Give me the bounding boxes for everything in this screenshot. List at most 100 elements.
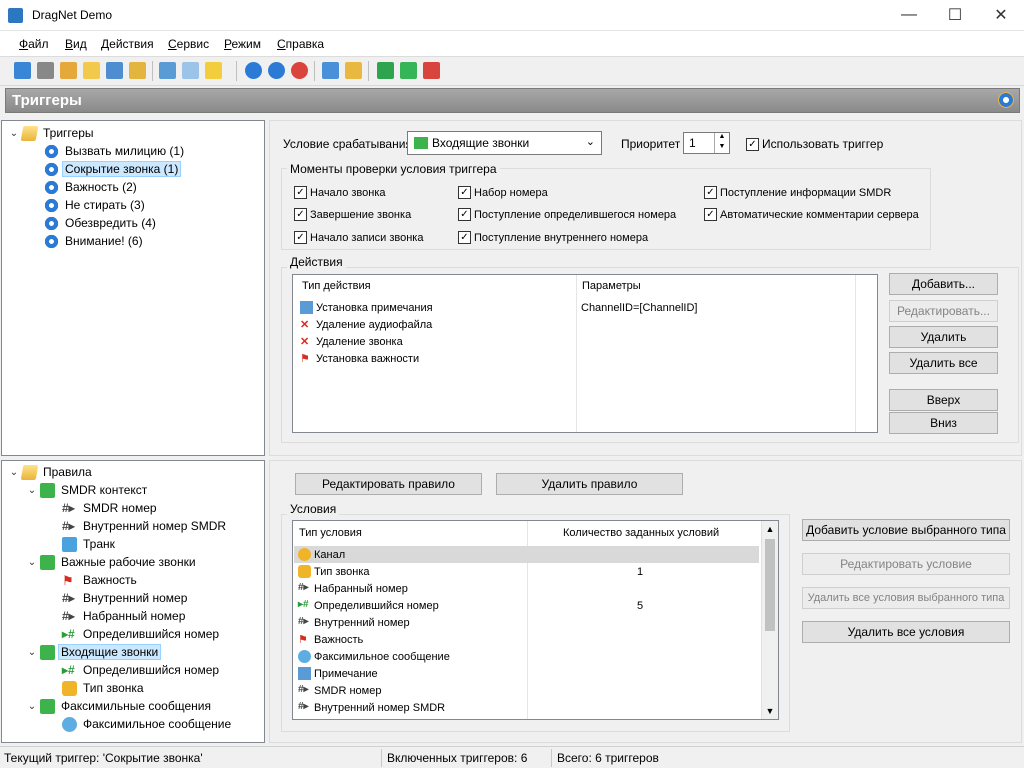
move-up-button[interactable]: Вверх — [889, 389, 998, 411]
rules-tree[interactable]: ⌄ Правила ⌄ SMDR контекст #▸ SMDR номер #▸ В… — [1, 460, 265, 743]
moment-checkbox[interactable]: ✓ Автоматические комментарии сервера — [704, 208, 919, 221]
condition-row[interactable]: Канал — [298, 546, 345, 563]
action-row[interactable]: ✕ Удаление аудиофайла — [300, 316, 432, 333]
toolbar-open-icon[interactable] — [14, 62, 31, 79]
tree-root-triggers[interactable]: Триггеры — [40, 125, 97, 141]
rule-group[interactable]: ⌄ SMDR контекст — [26, 481, 150, 499]
toolbar-db-icon[interactable] — [83, 62, 100, 79]
moment-checkbox[interactable]: ✓ Начало записи звонка — [294, 231, 423, 244]
vertical-scrollbar[interactable]: ▲ ▼ — [761, 521, 778, 719]
scroll-thumb[interactable] — [765, 539, 775, 631]
rule-condition[interactable]: Транк — [62, 535, 118, 553]
trigger-item[interactable]: Вызвать милицию (1) — [44, 142, 187, 160]
column-header-params[interactable]: Параметры — [582, 280, 641, 292]
toolbar-network-icon[interactable] — [106, 62, 123, 79]
condition-select[interactable]: Входящие звонки ⌄ — [407, 131, 602, 155]
add-condition-button[interactable]: Добавить условие выбранного типа — [802, 519, 1010, 541]
trigger-item-selected[interactable]: Сокрытие звонка (1) — [44, 160, 182, 178]
rule-condition[interactable]: ⚑ Важность — [62, 571, 140, 589]
menu-actions[interactable]: Действия — [101, 37, 154, 51]
rule-condition[interactable]: #▸ SMDR номер — [62, 499, 160, 517]
collapse-icon[interactable]: ⌄ — [8, 128, 20, 139]
edit-condition-button[interactable]: Редактировать условие — [802, 553, 1010, 575]
rule-group[interactable]: ⌄ Важные рабочие звонки — [26, 553, 199, 571]
toolbar-trigger-settings-icon[interactable] — [268, 62, 285, 79]
toolbar-add-trigger-icon[interactable] — [245, 62, 262, 79]
condition-row[interactable]: ▸# Определившийся номер — [298, 597, 439, 614]
use-trigger-checkbox[interactable]: ✓ Использовать триггер — [746, 137, 883, 151]
rule-condition[interactable]: #▸ Набранный номер — [62, 607, 188, 625]
column-header-condition-type[interactable]: Тип условия — [299, 527, 362, 539]
collapse-icon[interactable]: ⌄ — [26, 647, 38, 658]
delete-all-conditions-button[interactable]: Удалить все условия — [802, 621, 1010, 643]
menu-service[interactable]: Сервис — [168, 37, 209, 51]
rule-condition[interactable]: #▸ Внутренний номер — [62, 589, 190, 607]
toolbar-list-icon[interactable] — [159, 62, 176, 79]
menu-view[interactable]: Вид — [65, 37, 87, 51]
priority-spinner[interactable]: 1 ▲ ▼ — [683, 132, 730, 154]
collapse-icon[interactable]: ⌄ — [26, 701, 38, 712]
toolbar-table-icon[interactable] — [182, 62, 199, 79]
menu-file[interactable]: Файл — [19, 37, 49, 51]
trigger-item[interactable]: Обезвредить (4) — [44, 214, 159, 232]
moment-checkbox[interactable]: ✓ Набор номера — [458, 186, 548, 199]
tree-root-rules[interactable]: Правила — [40, 464, 95, 480]
condition-row[interactable]: Факсимильное сообщение — [298, 648, 450, 665]
toolbar-report-icon[interactable] — [129, 62, 146, 79]
moment-checkbox[interactable]: ✓ Начало звонка — [294, 186, 386, 199]
actions-list[interactable]: Тип действия Параметры Установка примеча… — [292, 274, 878, 433]
toolbar-help-icon[interactable] — [205, 62, 222, 79]
toolbar-export-icon[interactable] — [345, 62, 362, 79]
delete-rule-button[interactable]: Удалить правило — [496, 473, 683, 495]
rule-condition[interactable]: #▸ Внутренний номер SMDR — [62, 517, 229, 535]
toolbar-print-icon[interactable] — [37, 62, 54, 79]
condition-row[interactable]: Тип звонка — [298, 563, 370, 580]
condition-row[interactable]: #▸ SMDR номер — [298, 682, 381, 699]
edit-rule-button[interactable]: Редактировать правило — [295, 473, 482, 495]
condition-row[interactable]: #▸ Внутренний номер — [298, 614, 410, 631]
menu-mode[interactable]: Режим — [224, 37, 261, 51]
toolbar-delete-rule-icon[interactable] — [423, 62, 440, 79]
close-button[interactable]: ✕ — [978, 0, 1024, 30]
scroll-down-icon[interactable]: ▼ — [762, 703, 778, 719]
spin-down-icon[interactable]: ▼ — [714, 143, 729, 153]
condition-row[interactable]: Примечание — [298, 665, 378, 682]
edit-action-button[interactable]: Редактировать... — [889, 300, 998, 322]
add-action-button[interactable]: Добавить... — [889, 273, 998, 295]
toolbar-edit-rule-icon[interactable] — [400, 62, 417, 79]
rule-condition[interactable]: ▸# Определившийся номер — [62, 625, 222, 643]
collapse-icon[interactable]: ⌄ — [26, 557, 38, 568]
condition-row[interactable]: ⚑ Важность — [298, 631, 363, 648]
moment-checkbox[interactable]: ✓ Поступление внутреннего номера — [458, 231, 648, 244]
delete-selected-conditions-button[interactable]: Удалить все условия выбранного типа — [802, 587, 1010, 609]
conditions-list[interactable]: Тип условия Количество заданных условий … — [292, 520, 779, 720]
rule-group-selected[interactable]: ⌄ Входящие звонки — [26, 643, 162, 661]
triggers-tree[interactable]: ⌄ Триггеры Вызвать милицию (1) Сокрытие … — [1, 120, 265, 456]
rule-condition[interactable]: ▸# Определившийся номер — [62, 661, 222, 679]
rule-group[interactable]: ⌄ Факсимильные сообщения — [26, 697, 214, 715]
column-header-action-type[interactable]: Тип действия — [302, 280, 371, 292]
menu-help[interactable]: Справка — [277, 37, 324, 51]
maximize-button[interactable]: ☐ — [932, 0, 978, 30]
minimize-button[interactable]: — — [886, 0, 932, 30]
action-row[interactable]: ✕ Удаление звонка — [300, 333, 403, 350]
collapse-icon[interactable]: ⌄ — [8, 467, 20, 478]
moment-checkbox[interactable]: ✓ Поступление определившегося номера — [458, 208, 676, 221]
scroll-up-icon[interactable]: ▲ — [762, 521, 778, 537]
rule-condition[interactable]: Тип звонка — [62, 679, 147, 697]
toolbar-add-rule-icon[interactable] — [377, 62, 394, 79]
collapse-icon[interactable]: ⌄ — [26, 485, 38, 496]
moment-checkbox[interactable]: ✓ Поступление информации SMDR — [704, 186, 891, 199]
action-row[interactable]: ⚑ Установка важности — [300, 350, 419, 367]
action-row[interactable]: Установка примечания — [300, 299, 433, 316]
trigger-item[interactable]: Важность (2) — [44, 178, 140, 196]
delete-action-button[interactable]: Удалить — [889, 326, 998, 348]
spin-up-icon[interactable]: ▲ — [714, 133, 729, 143]
toolbar-import-icon[interactable] — [322, 62, 339, 79]
toolbar-settings-icon[interactable] — [60, 62, 77, 79]
condition-row[interactable]: #▸ Набранный номер — [298, 580, 408, 597]
condition-row[interactable]: #▸ Внутренний номер SMDR — [298, 699, 445, 716]
trigger-item[interactable]: Не стирать (3) — [44, 196, 148, 214]
moment-checkbox[interactable]: ✓ Завершение звонка — [294, 208, 411, 221]
delete-all-actions-button[interactable]: Удалить все — [889, 352, 998, 374]
